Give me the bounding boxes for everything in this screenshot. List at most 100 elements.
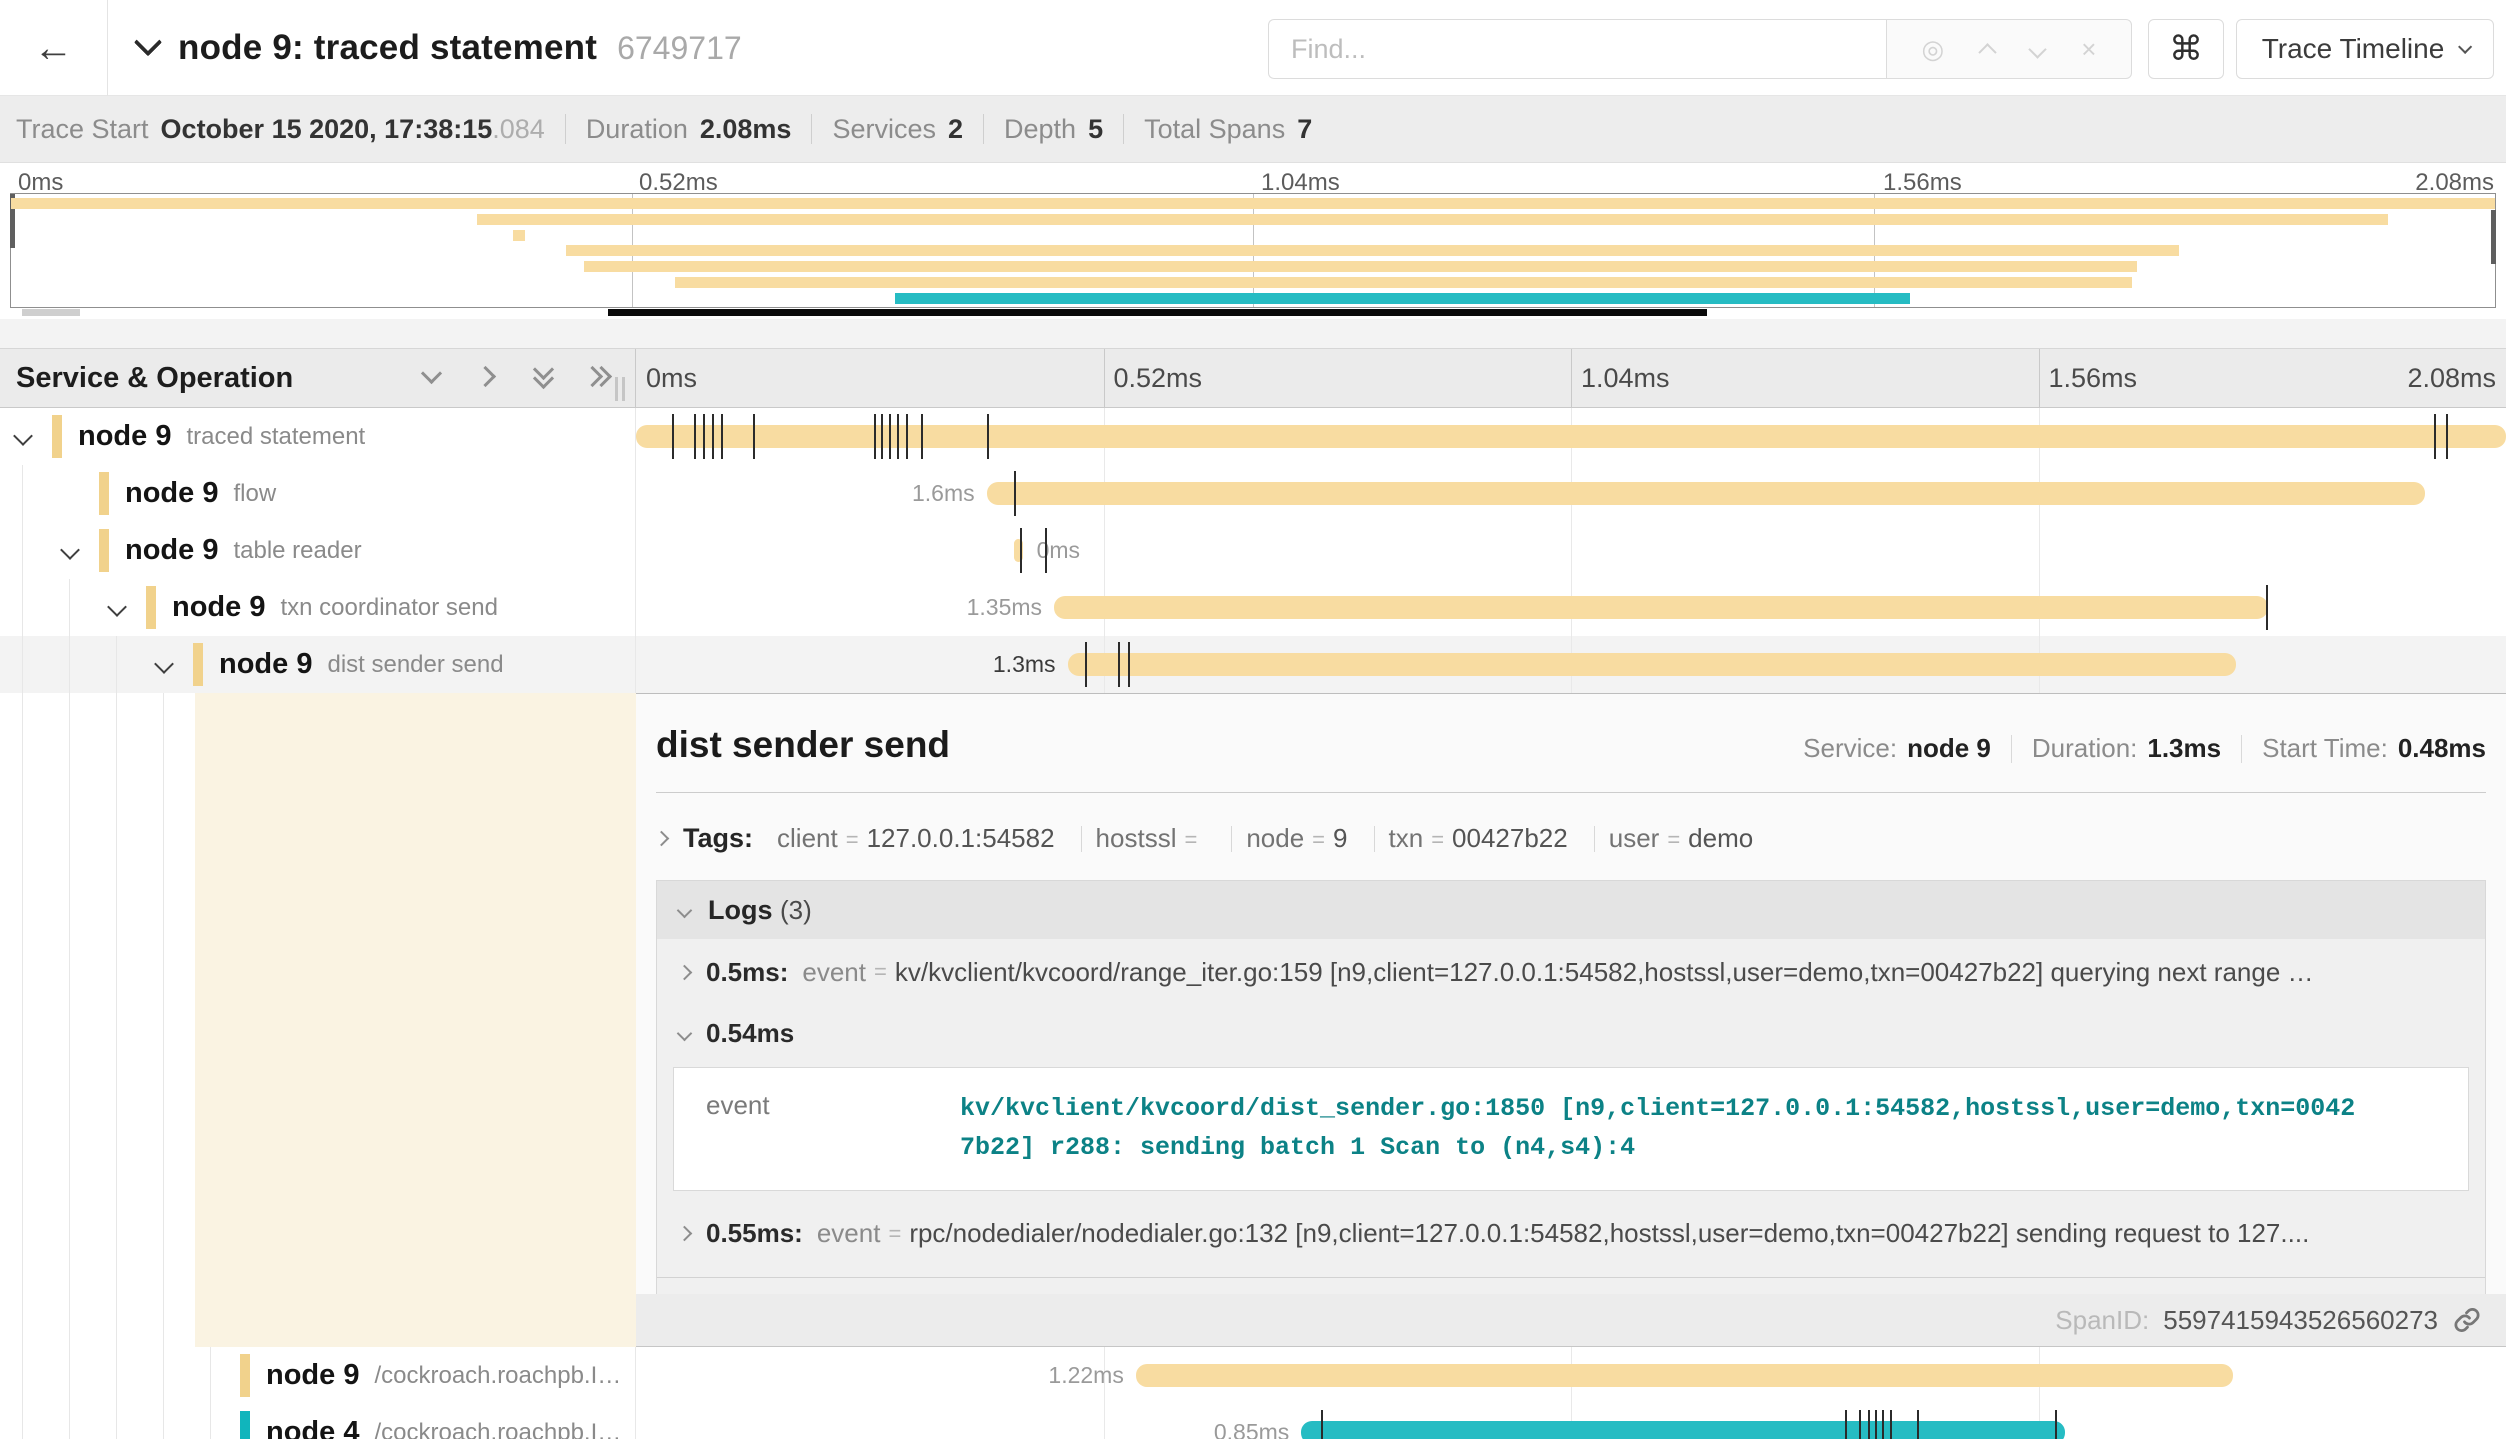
tree-guide	[116, 1347, 117, 1404]
span-duration-label: 1.35ms	[636, 579, 1042, 636]
span-bar[interactable]	[1136, 1364, 2233, 1387]
gridline	[2039, 349, 2040, 407]
detail-tree-gutter	[0, 693, 636, 1347]
span-bar[interactable]	[636, 425, 2506, 448]
span-timeline-cell[interactable]	[636, 408, 2506, 465]
gridline	[1104, 349, 1105, 407]
tag-user: user=demo	[1609, 823, 1753, 854]
log-marker-tick	[1020, 528, 1022, 573]
minimap-right-scrubber[interactable]	[2491, 210, 2496, 264]
operation-name: dist sender send	[327, 651, 503, 679]
keyboard-shortcuts-button[interactable]: ⌘	[2148, 19, 2224, 79]
span-bar[interactable]	[987, 482, 2425, 505]
minimap-canvas[interactable]	[10, 193, 2496, 308]
divider	[656, 792, 2486, 793]
tree-guide	[116, 1404, 117, 1439]
find-input[interactable]	[1268, 19, 1886, 79]
operation-name: table reader	[233, 537, 361, 565]
service-operation-title: Service & Operation	[16, 362, 293, 395]
column-resizer-handle[interactable]	[615, 377, 625, 401]
expand-one-icon[interactable]	[476, 365, 502, 391]
span-bar[interactable]	[1301, 1421, 2065, 1439]
log-marker-tick	[712, 414, 714, 459]
span-timeline-cell[interactable]: 1.3ms	[636, 636, 2506, 693]
tags-accordion[interactable]: Tags: client=127.0.0.1:54582 hostssl= no…	[656, 823, 2486, 854]
service-name: node 9	[219, 648, 312, 681]
trace-view-select[interactable]: Trace Timeline	[2236, 19, 2494, 79]
span-detail-panel: dist sender send Service:node 9 Duration…	[636, 693, 2506, 1347]
service-color-chip	[146, 586, 156, 629]
span-duration-label: 1.22ms	[636, 1347, 1124, 1404]
back-arrow-icon: ←	[34, 26, 74, 71]
locate-icon[interactable]: ◎	[1922, 36, 1945, 62]
log-entry-2[interactable]: 0.55ms: event = rpc/nodedialer/nodediale…	[657, 1201, 2485, 1267]
collapse-one-icon[interactable]	[420, 365, 446, 391]
find-prev-icon[interactable]	[1979, 43, 1997, 61]
summary-total-spans: Total Spans 7	[1144, 114, 1312, 145]
span-id-row: SpanID: 5597415943526560273	[636, 1294, 2506, 1346]
span-row-traced-statement[interactable]: node 9traced statement	[0, 408, 2506, 465]
span-bar[interactable]	[1068, 653, 2237, 676]
header-tick-0: 0ms	[646, 349, 697, 407]
span-name-cell: node 9/cockroach.roachpb.I…	[0, 1347, 636, 1404]
trace-title-group: node 9: traced statement 6749717	[138, 0, 742, 96]
tree-controls	[420, 349, 614, 407]
span-timeline-cell[interactable]: 1.35ms	[636, 579, 2506, 636]
copy-link-icon[interactable]	[2452, 1305, 2482, 1335]
expander-icon[interactable]	[13, 426, 33, 446]
divider	[1594, 826, 1595, 852]
span-id-value: 5597415943526560273	[2163, 1305, 2438, 1336]
divider	[1081, 826, 1082, 852]
logs-count: (3)	[780, 895, 812, 925]
service-name: node 9	[172, 591, 265, 624]
service-color-chip	[240, 1411, 250, 1439]
span-timeline-cell[interactable]: 1.6ms	[636, 465, 2506, 522]
tree-guide	[22, 579, 23, 636]
collapse-all-icon[interactable]	[532, 365, 558, 391]
back-button[interactable]: ←	[0, 0, 108, 96]
span-name-cell: node 9flow	[0, 465, 636, 522]
span-row-flow[interactable]: node 9flow1.6ms	[0, 465, 2506, 522]
trace-view-label: Trace Timeline	[2262, 33, 2445, 65]
span-row-txn-coordinator-send[interactable]: node 9txn coordinator send1.35ms	[0, 579, 2506, 636]
log-marker-tick	[2434, 414, 2436, 459]
span-row-dist-sender-send[interactable]: node 9 dist sender send 1.3ms	[0, 636, 2506, 693]
expander-icon[interactable]	[154, 654, 174, 674]
minimap-view-scrubber[interactable]	[608, 309, 1708, 316]
tree-guide	[116, 693, 117, 1347]
span-bar[interactable]	[1054, 596, 2268, 619]
divider	[811, 114, 812, 144]
find-next-icon[interactable]	[2029, 40, 2047, 58]
log-entry-1-header[interactable]: 0.54ms	[657, 1005, 2485, 1061]
trace-viewer: { "header": { "back_icon": "←", "title":…	[0, 0, 2506, 1439]
collapse-trace-icon[interactable]	[134, 28, 162, 56]
expander-icon[interactable]	[107, 597, 127, 617]
log-marker-tick	[1917, 1410, 1919, 1439]
divider	[1231, 826, 1232, 852]
divider	[2011, 735, 2012, 763]
span-duration-label: 1.3ms	[636, 636, 1056, 693]
tag-hostssl: hostssl=	[1096, 823, 1206, 854]
logs-accordion-header[interactable]: Logs (3)	[657, 881, 2485, 939]
tree-guide	[22, 1347, 23, 1404]
log-marker-tick	[694, 414, 696, 459]
top-bar: ← node 9: traced statement 6749717 ◎ × ⌘…	[0, 0, 2506, 96]
span-labels: node 4/cockroach.roachpb.I…	[266, 1404, 621, 1439]
tree-guide	[69, 693, 70, 1347]
span-timeline-cell[interactable]: 1.22ms	[636, 1347, 2506, 1404]
span-row-table-reader[interactable]: node 9table reader0ms	[0, 522, 2506, 579]
summary-duration: Duration 2.08ms	[586, 114, 792, 145]
expand-all-icon[interactable]	[588, 365, 614, 391]
span-timeline-cell[interactable]: 0ms	[636, 522, 2506, 579]
span-duration-label: 0.85ms	[636, 1404, 1289, 1439]
expander-icon[interactable]	[60, 540, 80, 560]
tree-guide	[163, 693, 164, 1347]
divider	[565, 114, 566, 144]
tree-guide	[22, 522, 23, 579]
find-clear-icon[interactable]: ×	[2081, 36, 2096, 62]
span-row-cockroach-roachpb-i[interactable]: node 4/cockroach.roachpb.I… 0.85ms	[0, 1404, 2506, 1439]
span-row-cockroach-roachpb-i[interactable]: node 9/cockroach.roachpb.I…1.22ms	[0, 1347, 2506, 1404]
tag-node: node=9	[1246, 823, 1347, 854]
span-timeline-cell[interactable]: 0.85ms	[636, 1404, 2506, 1439]
log-entry-0[interactable]: 0.5ms: event = kv/kvclient/kvcoord/range…	[657, 939, 2485, 1005]
